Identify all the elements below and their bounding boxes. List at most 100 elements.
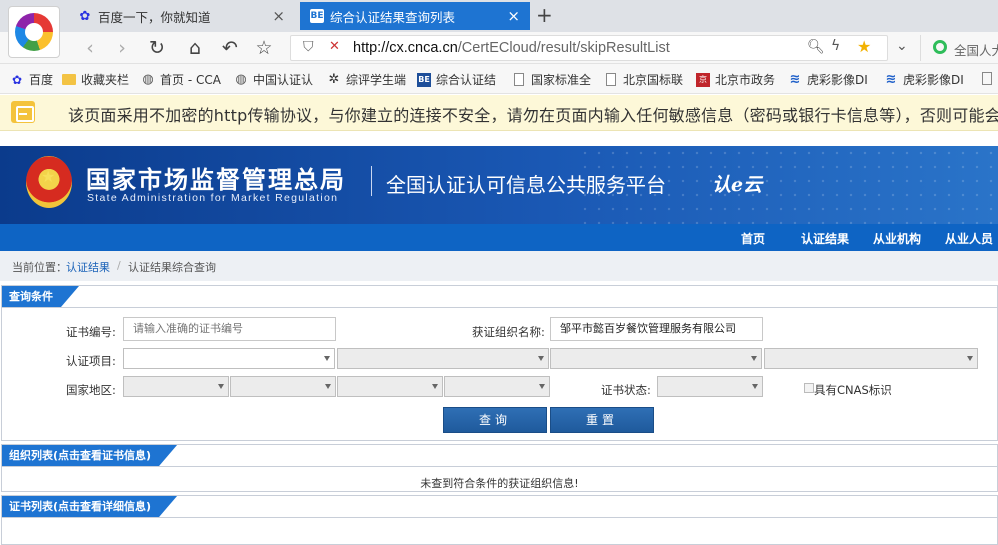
- tab-baidu[interactable]: ✿ 百度一下，你就知道 ×: [70, 2, 295, 30]
- bookmark-label: 综评学生端: [346, 73, 407, 87]
- bookmark-item[interactable]: ✲ 综评学生端: [327, 71, 406, 88]
- globe-icon: ◍: [142, 72, 154, 87]
- reset-button[interactable]: 重置: [550, 407, 654, 433]
- chevron-down-icon[interactable]: ⌄: [896, 38, 908, 54]
- new-tab-button[interactable]: +: [536, 3, 553, 27]
- main-nav: 首页 认证结果 从业机构 从业人员: [0, 224, 998, 251]
- dropdown-arrow-icon: [967, 356, 973, 361]
- breadcrumb-link[interactable]: 认证结果: [66, 259, 110, 275]
- nav-cert-results[interactable]: 认证结果: [801, 230, 849, 247]
- browser-tab-strip: ✿ 百度一下，你就知道 × BE 综合认证结果查询列表 × +: [0, 0, 998, 32]
- cert-no-label: 证书编号:: [66, 325, 116, 339]
- org-name-input[interactable]: 邹平市懿百岁餐饮管理服务有限公司: [550, 317, 763, 341]
- bookmark-more[interactable]: [980, 71, 998, 85]
- project-select-2[interactable]: [337, 348, 549, 369]
- panel-header: 查询条件: [2, 286, 997, 308]
- tab-cert-results[interactable]: BE 综合认证结果查询列表 ×: [300, 2, 530, 30]
- zoom-icon[interactable]: 🔍︎: [807, 39, 825, 55]
- browser-toolbar: ‹ › ↻ ⌂ ↶ ☆ ⛉ ✕ http://cx.cnca.cn/CertEC…: [0, 32, 998, 64]
- search-box[interactable]: 全国人大: [920, 35, 998, 61]
- undo-icon[interactable]: ↶: [218, 36, 242, 60]
- bookmark-item[interactable]: ◍ 首页 - CCA: [141, 71, 221, 88]
- bookmark-label: 北京市政务: [715, 73, 776, 87]
- panel-title: 组织列表(点击查看证书信息): [2, 445, 177, 466]
- nav-personnel[interactable]: 从业人员: [945, 230, 993, 247]
- shield-icon[interactable]: ⛉: [303, 39, 314, 55]
- bookmark-item[interactable]: ✿ 百度: [10, 71, 53, 88]
- back-arrow-icon[interactable]: ‹: [78, 36, 102, 60]
- close-tab-icon[interactable]: ×: [507, 7, 520, 25]
- baidu-paw-icon: ✿: [11, 72, 23, 87]
- platform-logo: 认e云: [712, 174, 763, 196]
- project-select-4[interactable]: [764, 348, 978, 369]
- page-top-spacer: [0, 131, 998, 146]
- bookmark-item[interactable]: ≋ 虎彩影像DI: [788, 71, 868, 88]
- region-select-3[interactable]: [337, 376, 443, 397]
- lightning-icon[interactable]: ϟ: [831, 38, 840, 54]
- wave-icon: ≋: [789, 72, 801, 87]
- dropdown-arrow-icon: [539, 384, 545, 389]
- org-list-panel: 组织列表(点击查看证书信息) 未查到符合条件的获证组织信息!: [1, 444, 998, 492]
- warning-text: 该页面采用不加密的http传输协议，与你建立的连接不安全，请勿在页面内输入任何敏…: [68, 106, 998, 125]
- breadcrumb-current: 认证结果综合查询: [128, 261, 216, 274]
- forward-arrow-icon[interactable]: ›: [110, 36, 134, 60]
- bookmark-star-icon[interactable]: ☆: [252, 36, 276, 60]
- cert-no-input[interactable]: [123, 317, 336, 341]
- bookmark-label: 综合认证结: [436, 73, 497, 87]
- bookmark-label: 虎彩影像DI: [903, 73, 964, 87]
- cnas-checkbox[interactable]: [804, 383, 814, 393]
- agency-name-en: State Administration for Market Regulati…: [87, 192, 339, 204]
- national-emblem-icon: [26, 156, 72, 208]
- folder-icon: [62, 74, 76, 85]
- search-engine-text: 全国人大: [954, 43, 998, 58]
- bookmark-item[interactable]: 国家标准全: [512, 71, 591, 88]
- dropdown-arrow-icon: [218, 384, 224, 389]
- nav-institutions[interactable]: 从业机构: [873, 230, 921, 247]
- wave-icon: ≋: [885, 72, 897, 87]
- browser-logo-icon[interactable]: [8, 6, 60, 58]
- bookmark-folder[interactable]: 收藏夹栏: [62, 71, 129, 88]
- favorite-star-icon[interactable]: ★: [857, 37, 871, 56]
- region-select-2[interactable]: [230, 376, 336, 397]
- bookmark-label: 首页 - CCA: [160, 73, 221, 87]
- bookmark-label: 中国认证认: [253, 73, 314, 87]
- url-text[interactable]: http://cx.cnca.cn/CertECloud/result/skip…: [353, 40, 670, 56]
- search-button[interactable]: 查询: [443, 407, 547, 433]
- insecure-warning-bar: 该页面采用不加密的http传输协议，与你建立的连接不安全，请勿在页面内输入任何敏…: [0, 95, 998, 131]
- bookmark-item[interactable]: BE 综合认证结: [417, 71, 496, 88]
- panel-header: 组织列表(点击查看证书信息): [2, 445, 997, 467]
- panel-title: 查询条件: [2, 286, 79, 307]
- address-bar[interactable]: ⛉ ✕ http://cx.cnca.cn/CertECloud/result/…: [290, 35, 888, 61]
- nav-home[interactable]: 首页: [741, 230, 765, 247]
- bookmark-item[interactable]: 北京国标联: [604, 71, 683, 88]
- tab-title: 综合认证结果查询列表: [330, 9, 456, 25]
- region-select-4[interactable]: [444, 376, 550, 397]
- empty-result-message: 未查到符合条件的获证组织信息!: [420, 477, 579, 490]
- globe-icon: ◍: [235, 72, 247, 87]
- status-label: 证书状态:: [601, 383, 651, 397]
- query-panel: 查询条件 证书编号: 获证组织名称: 邹平市懿百岁餐饮管理服务有限公司 认证项目…: [1, 285, 998, 441]
- document-icon: [514, 73, 524, 86]
- dropdown-arrow-icon: [752, 384, 758, 389]
- bookmark-item[interactable]: 京北京市政务: [696, 71, 775, 88]
- bookmark-item[interactable]: ◍ 中国认证认: [234, 71, 313, 88]
- bookmark-item[interactable]: ≋ 虎彩影像DI: [884, 71, 964, 88]
- home-icon[interactable]: ⌂: [183, 36, 207, 60]
- agency-name-cn: 国家市场监督管理总局: [86, 166, 346, 194]
- breadcrumb-prefix: 当前位置：: [12, 261, 67, 274]
- cnas-label: 具有CNAS标识: [814, 383, 892, 397]
- beijing-gov-icon: 京: [696, 72, 710, 87]
- star-icon: ✲: [328, 72, 340, 87]
- platform-title: 全国认证认可信息公共服务平台: [386, 173, 666, 197]
- bookmark-label: 收藏夹栏: [81, 73, 130, 87]
- project-select-1[interactable]: [123, 348, 335, 369]
- project-select-3[interactable]: [550, 348, 762, 369]
- status-select[interactable]: [657, 376, 763, 397]
- region-select-1[interactable]: [123, 376, 229, 397]
- bookmark-label: 虎彩影像DI: [807, 73, 868, 87]
- insecure-lock-icon[interactable]: ✕: [329, 39, 340, 54]
- close-tab-icon[interactable]: ×: [272, 7, 285, 25]
- baidu-paw-icon: ✿: [79, 8, 91, 24]
- dropdown-arrow-icon: [751, 356, 757, 361]
- reload-icon[interactable]: ↻: [145, 36, 169, 60]
